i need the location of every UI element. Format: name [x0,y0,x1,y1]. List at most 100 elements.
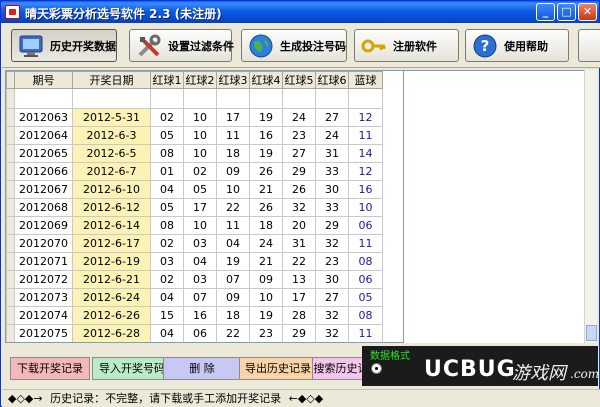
issue-cell[interactable]: 2012071 [14,252,73,271]
red-ball-cell[interactable]: 05 [150,198,184,217]
red-ball-cell[interactable]: 03 [150,252,184,271]
import-numbers-button[interactable]: 导入开奖号码 [92,357,172,380]
filter-settings-button[interactable]: 设置过滤条件 [129,29,234,62]
new-entry-row[interactable] [6,88,383,109]
red-ball-cell[interactable]: 18 [216,306,250,325]
red-ball-cell[interactable]: 03 [183,270,217,289]
red-ball-cell[interactable]: 29 [282,162,316,181]
issue-cell[interactable]: 2012075 [14,324,73,342]
red-ball-cell[interactable]: 02 [150,234,184,253]
red-ball-cell[interactable]: 31 [282,234,316,253]
table-cell[interactable] [150,88,184,109]
row-selector[interactable] [6,252,15,271]
date-cell[interactable]: 2012-6-26 [72,306,151,325]
red-ball-cell[interactable]: 02 [150,270,184,289]
blue-ball-cell[interactable]: 05 [348,288,383,307]
column-header[interactable]: 红球6 [315,71,349,89]
red-ball-cell[interactable]: 18 [249,216,283,235]
table-cell[interactable] [72,88,151,109]
blue-ball-cell[interactable]: 08 [348,252,383,271]
history-table[interactable]: 期号 开奖日期 红球1 红球2 红球3 红球4 红球5 红球6 蓝球 2012063 2012-5… [5,70,404,343]
red-ball-cell[interactable]: 05 [150,126,184,145]
table-row[interactable]: 2012069 2012-6-14 08 10 11 18 20 29 06 [6,216,383,235]
history-data-button[interactable]: 历史开奖数据 [11,29,117,62]
table-row[interactable]: 2012073 2012-6-24 04 07 09 10 17 27 05 [6,288,383,307]
export-history-button[interactable]: 导出历史记录 [239,357,317,380]
red-ball-cell[interactable]: 27 [250,343,283,344]
table-row[interactable]: 2012067 2012-6-10 04 05 10 21 26 30 16 [6,180,383,199]
column-header[interactable]: 蓝球 [348,71,383,89]
red-ball-cell[interactable]: 23 [282,126,316,145]
scrollbar-thumb[interactable] [586,325,597,341]
download-records-button[interactable]: 下载开奖记录 [10,357,90,380]
red-ball-cell[interactable]: 32 [282,198,316,217]
red-ball-cell[interactable]: 04 [150,288,184,307]
table-cell[interactable] [216,88,250,109]
row-selector[interactable] [6,234,15,253]
blue-ball-cell[interactable]: 11 [348,126,383,145]
red-ball-cell[interactable]: 17 [183,198,217,217]
red-ball-cell[interactable]: 01 [150,162,184,181]
row-selector[interactable] [6,180,15,199]
red-ball-cell[interactable]: 19 [249,144,283,163]
red-ball-cell[interactable]: 27 [282,144,316,163]
table-row[interactable]: 2012066 2012-6-7 01 02 09 26 29 33 12 [6,162,383,181]
red-ball-cell[interactable]: 20 [282,216,316,235]
help-button[interactable]: ? 使用帮助 [465,29,569,62]
red-ball-cell[interactable]: 17 [282,288,316,307]
red-ball-cell[interactable]: 26 [249,198,283,217]
red-ball-cell[interactable]: 04 [183,252,217,271]
row-selector[interactable] [6,216,15,235]
blue-ball-cell[interactable]: 08 [348,306,383,325]
red-ball-cell[interactable]: 26 [249,162,283,181]
red-ball-cell[interactable]: 24 [282,108,316,127]
row-selector[interactable] [6,288,15,307]
red-ball-cell[interactable]: 10 [183,126,217,145]
red-ball-cell[interactable]: 30 [315,180,349,199]
column-header[interactable]: 红球2 [183,71,217,89]
red-ball-cell[interactable]: 04 [150,324,184,342]
row-selector[interactable] [6,306,15,325]
table-row[interactable]: 2012075 2012-6-28 04 06 22 23 29 32 11 [6,324,383,342]
red-ball-cell[interactable]: 03 [183,234,217,253]
red-ball-cell[interactable]: 33 [315,162,349,181]
blue-ball-cell[interactable]: 06 [348,216,383,235]
red-ball-cell[interactable]: 30 [316,343,349,344]
red-ball-cell[interactable]: 32 [315,306,349,325]
date-cell[interactable]: 2012-6-3 [72,126,151,145]
table-row[interactable]: 2012068 2012-6-12 05 17 22 26 32 33 10 [6,198,383,217]
red-ball-cell[interactable]: 22 [216,324,250,342]
more-button[interactable] [578,29,600,62]
blue-ball-cell[interactable]: 10 [348,198,383,217]
red-ball-cell[interactable]: 22 [216,198,250,217]
red-ball-cell[interactable]: 13 [282,270,316,289]
date-cell[interactable]: 2012-5-31 [72,108,151,127]
red-ball-cell[interactable]: 33 [315,198,349,217]
red-ball-cell[interactable]: 11 [151,343,184,344]
red-ball-cell[interactable]: 09 [249,270,283,289]
maximize-button[interactable]: □ [557,3,576,21]
column-header[interactable]: 红球5 [282,71,316,89]
date-cell[interactable]: 2012-6-14 [72,216,151,235]
blue-ball-cell[interactable]: 12 [348,108,383,127]
table-cell[interactable] [14,88,73,109]
column-header[interactable]: 红球3 [216,71,250,89]
date-cell[interactable]: 2012-6-10 [72,180,151,199]
red-ball-cell[interactable]: 18 [184,343,217,344]
date-cell[interactable]: 2012-6-5 [72,144,151,163]
row-selector[interactable] [6,162,15,181]
minimize-button[interactable]: _ [536,3,555,21]
red-ball-cell[interactable]: 22 [217,343,250,344]
date-cell[interactable]: 2012-6-19 [72,252,151,271]
red-ball-cell[interactable]: 17 [216,108,250,127]
red-ball-cell[interactable]: 22 [282,252,316,271]
table-row[interactable]: 2012071 2012-6-19 03 04 19 21 22 23 08 [6,252,383,271]
blue-ball-cell[interactable]: 14 [348,144,383,163]
red-ball-cell[interactable]: 28 [282,306,316,325]
blue-ball-cell[interactable]: 15 [349,343,383,344]
generate-numbers-button[interactable]: 生成投注号码 [241,29,347,62]
red-ball-cell[interactable]: 18 [216,144,250,163]
date-cell[interactable]: 2012-7-1 [73,343,151,344]
row-selector[interactable] [6,198,15,217]
red-ball-cell[interactable]: 07 [216,270,250,289]
